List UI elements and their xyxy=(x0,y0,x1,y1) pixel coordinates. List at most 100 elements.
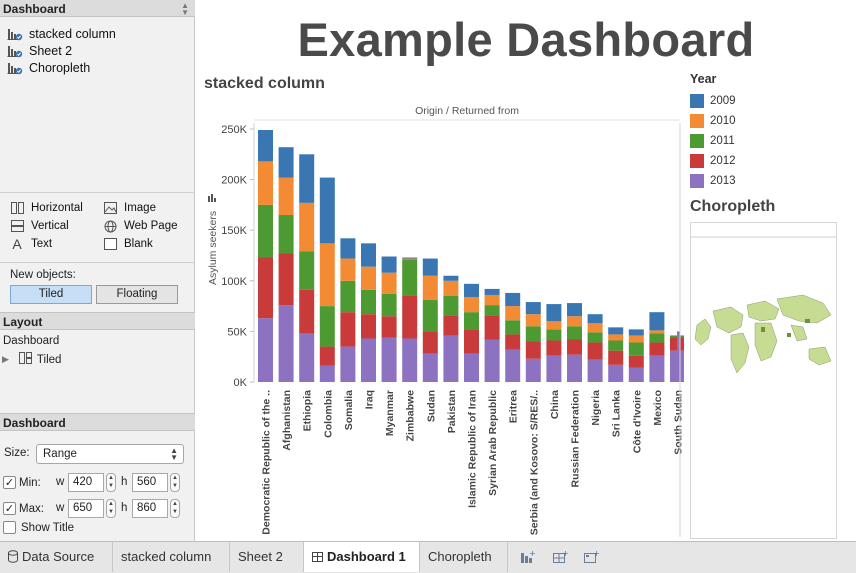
bar-segment[interactable] xyxy=(319,306,335,347)
bar-segment[interactable] xyxy=(608,350,624,365)
tab-sheet-2[interactable]: Sheet 2 xyxy=(230,542,304,572)
bar-segment[interactable] xyxy=(505,306,521,321)
min-width-stepper[interactable]: ▲ ▼ xyxy=(106,473,116,492)
bar-segment[interactable] xyxy=(649,330,665,334)
stacked-column-chart[interactable]: Origin / Returned from 0K 50K 100K 150K 200K 2… xyxy=(196,95,684,540)
bar-segment[interactable] xyxy=(608,334,624,341)
bar-segment[interactable] xyxy=(361,338,376,382)
bar-segment[interactable] xyxy=(278,253,294,306)
bar-segment[interactable] xyxy=(381,337,397,382)
max-width-input[interactable]: 650 xyxy=(68,499,104,518)
object-text[interactable]: A Text xyxy=(10,236,52,252)
sheet-list-item[interactable]: Choropleth xyxy=(0,59,195,76)
bar-segment[interactable] xyxy=(525,326,541,342)
new-worksheet-icon[interactable]: + xyxy=(520,545,536,573)
bar-segment[interactable] xyxy=(608,364,624,382)
bar-segment[interactable] xyxy=(361,266,376,290)
bar-segment[interactable] xyxy=(361,314,376,339)
object-horizontal[interactable]: Horizontal xyxy=(10,202,83,214)
max-height-stepper[interactable]: ▲ ▼ xyxy=(170,499,180,518)
bar-segment[interactable] xyxy=(505,349,521,382)
legend-item[interactable]: 2009 xyxy=(690,91,736,111)
bar-segment[interactable] xyxy=(340,346,356,382)
bar-segment[interactable] xyxy=(546,321,562,330)
bar-segment[interactable] xyxy=(546,340,562,356)
bar-segment[interactable] xyxy=(464,283,479,297)
bar-segment[interactable] xyxy=(422,331,438,354)
bar-segment[interactable] xyxy=(649,312,665,331)
bar-segment[interactable] xyxy=(567,339,582,355)
bar-segment[interactable] xyxy=(567,303,582,317)
bar-segment[interactable] xyxy=(422,353,438,382)
show-title-checkbox[interactable] xyxy=(3,521,16,534)
tab-choropleth[interactable]: Choropleth xyxy=(420,542,508,572)
bar-segment[interactable] xyxy=(319,243,335,307)
object-web-page[interactable]: Web Page xyxy=(103,220,178,232)
bar-segment[interactable] xyxy=(608,327,624,335)
bar-segment[interactable] xyxy=(402,258,418,260)
bar-segment[interactable] xyxy=(402,338,418,382)
bar-segment[interactable] xyxy=(299,289,315,334)
object-image[interactable]: Image xyxy=(103,202,156,214)
updown-arrows-icon[interactable]: ▲ ▼ xyxy=(181,2,189,17)
min-width-input[interactable]: 420 xyxy=(68,473,104,492)
bar-segment[interactable] xyxy=(278,177,294,216)
max-width-stepper[interactable]: ▲ ▼ xyxy=(106,499,116,518)
legend-item[interactable]: 2011 xyxy=(690,131,736,151)
bar-segment[interactable] xyxy=(484,339,500,382)
tab-dashboard-1[interactable]: Dashboard 1 xyxy=(304,542,420,572)
tab-data-source[interactable]: Data Source xyxy=(0,542,113,572)
bar-segment[interactable] xyxy=(381,293,397,317)
bar-segment[interactable] xyxy=(361,243,376,267)
new-dashboard-icon[interactable]: + xyxy=(552,545,568,573)
bar-segment[interactable] xyxy=(422,258,438,276)
bar-segment[interactable] xyxy=(422,300,438,332)
bar-segment[interactable] xyxy=(443,275,459,281)
min-height-stepper[interactable]: ▲ ▼ xyxy=(170,473,180,492)
bar-segment[interactable] xyxy=(402,259,418,296)
bar-segment[interactable] xyxy=(587,342,603,360)
bar-segment[interactable] xyxy=(484,294,500,306)
max-checkbox[interactable]: ✓ xyxy=(3,502,16,515)
sheet-list-item[interactable]: stacked column xyxy=(0,25,195,42)
bar-segment[interactable] xyxy=(299,333,315,382)
bar-segment[interactable] xyxy=(299,251,315,290)
bar-segment[interactable] xyxy=(319,177,335,244)
bar-segment[interactable] xyxy=(278,147,294,178)
disclosure-triangle-icon[interactable]: ▶ xyxy=(2,354,9,365)
bar-segment[interactable] xyxy=(340,280,356,313)
bar-segment[interactable] xyxy=(649,355,665,382)
tiled-button[interactable]: Tiled xyxy=(10,285,92,304)
bar-segment[interactable] xyxy=(443,335,459,382)
bar-segment[interactable] xyxy=(546,329,562,341)
bar-segment[interactable] xyxy=(505,334,521,350)
choropleth-map[interactable] xyxy=(690,222,837,539)
bar-segment[interactable] xyxy=(278,305,294,382)
bar-segment[interactable] xyxy=(464,296,479,313)
bar-segment[interactable] xyxy=(628,367,644,382)
bar-segment[interactable] xyxy=(443,295,459,316)
min-height-input[interactable]: 560 xyxy=(132,473,168,492)
bar-segment[interactable] xyxy=(484,305,500,316)
bar-segment[interactable] xyxy=(258,161,273,205)
bar-segment[interactable] xyxy=(402,257,418,259)
bar-segment[interactable] xyxy=(299,202,315,252)
bar-segment[interactable] xyxy=(422,275,438,301)
bar-segment[interactable] xyxy=(546,355,562,382)
bar-segment[interactable] xyxy=(505,292,521,307)
bar-segment[interactable] xyxy=(340,238,356,259)
bar-segment[interactable] xyxy=(340,258,356,281)
bar-segment[interactable] xyxy=(443,315,459,336)
bar-segment[interactable] xyxy=(525,341,541,359)
bar-segment[interactable] xyxy=(587,323,603,333)
bar-segment[interactable] xyxy=(649,333,665,343)
bar-segment[interactable] xyxy=(258,130,273,162)
bar-segment[interactable] xyxy=(443,280,459,296)
size-select[interactable]: Range ▲ ▼ xyxy=(36,444,184,464)
bar-segment[interactable] xyxy=(319,346,335,366)
bar-segment[interactable] xyxy=(525,314,541,327)
bar-segment[interactable] xyxy=(587,314,603,324)
object-blank[interactable]: Blank xyxy=(103,238,153,250)
sheet-list-item[interactable]: Sheet 2 xyxy=(0,42,195,59)
bar-segment[interactable] xyxy=(299,154,315,203)
